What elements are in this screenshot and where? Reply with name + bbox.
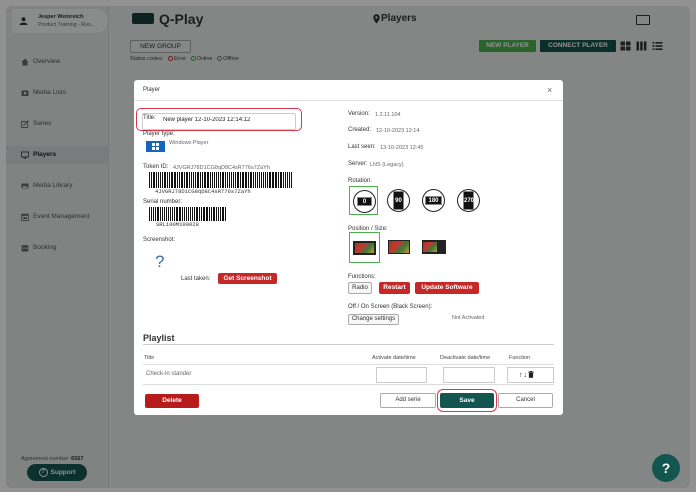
screenshot-label: Screenshot: (143, 237, 176, 243)
radio-button[interactable]: Radio (348, 282, 372, 294)
off-on-screen-label: Off / On Screen (Black Screen): (348, 304, 433, 310)
cancel-button[interactable]: Cancel (498, 393, 553, 408)
playlist-row-title: Check-in stander (146, 371, 192, 377)
get-screenshot-button[interactable]: Get Screenshot (218, 273, 277, 284)
delete-button[interactable]: Delete (145, 394, 199, 408)
close-icon[interactable]: × (547, 85, 552, 95)
rotation-label: Rotation: (348, 178, 373, 184)
serial-number-text: SRL100M100028 (156, 221, 199, 228)
row-actions[interactable]: ↑↓ (519, 371, 534, 379)
off-on-screen-status: Not Activated (452, 315, 485, 321)
token-value: 4JVGRJ78D1CG8qD8C4sR776s7ZaYh (173, 165, 270, 171)
serial-barcode (149, 207, 226, 221)
last-taken-label: Last taken: (181, 276, 211, 282)
token-label: Token ID: (143, 164, 169, 170)
player-dialog: Player × Title: Player type: Windows Pla… (134, 80, 563, 415)
screen-preview (353, 241, 376, 255)
add-serie-button[interactable]: Add serie (380, 393, 436, 408)
player-type-label: Player type: (143, 131, 175, 137)
rotation-option-270[interactable]: 270 (454, 186, 483, 215)
col-deactivate: Deactivate date/time (440, 355, 491, 361)
update-software-button[interactable]: Update Software (415, 282, 479, 294)
title-label: Title: (143, 115, 156, 121)
col-function: Function (509, 355, 531, 361)
help-button[interactable]: ? (652, 454, 680, 482)
server-label: Server: (348, 161, 368, 167)
dialog-header: Player × (134, 80, 563, 101)
server-value: LNS (Legacy) (370, 162, 404, 168)
token-barcode-text: 4JVGRJ78D1CG8qD8C4sR776s7ZaYh (155, 188, 251, 195)
rotation-option-90[interactable]: 90 (384, 186, 413, 215)
content-thumbnail (389, 241, 409, 253)
functions-label: Functions: (348, 274, 376, 280)
created-value: 12-10-2023 12:14 (376, 128, 420, 134)
windows-player-icon (146, 141, 165, 152)
dialog-title: Player (143, 87, 161, 93)
playlist-title: Playlist (143, 333, 175, 343)
activate-date-input[interactable] (376, 367, 427, 383)
playlist-divider (143, 344, 554, 345)
trash-icon[interactable] (528, 371, 534, 378)
rotation-option-180[interactable]: 180 (419, 186, 448, 215)
token-barcode (149, 172, 292, 188)
position-option-centered[interactable] (386, 232, 412, 263)
restart-button[interactable]: Restart (379, 282, 410, 294)
col-activate: Activate date/time (372, 355, 416, 361)
screenshot-placeholder: ? (155, 252, 165, 271)
last-seen-value: 13-10-2023 12:45 (380, 145, 424, 151)
content-thumbnail (423, 242, 437, 252)
save-button[interactable]: Save (440, 393, 494, 408)
deactivate-date-input[interactable] (443, 367, 495, 383)
col-title: Title (144, 355, 155, 361)
screen-preview (388, 240, 410, 254)
player-type-value: Windows Player (169, 140, 209, 146)
version-value: 1.2.11.104 (375, 112, 401, 118)
screen-preview (422, 240, 446, 254)
version-label: Version: (348, 111, 370, 117)
rotation-value: 0 (357, 197, 372, 206)
rotation-value: 90 (393, 191, 404, 210)
rotation-value: 180 (425, 196, 442, 205)
serial-label: Serial number: (143, 199, 183, 205)
rotation-value: 270 (463, 191, 474, 210)
change-settings-button[interactable]: Change settings (348, 314, 399, 325)
rotation-option-0[interactable]: 0 (349, 186, 378, 215)
last-seen-label: Last seen: (348, 144, 376, 150)
content-thumbnail (355, 243, 374, 253)
title-input[interactable] (163, 114, 293, 125)
position-option-left[interactable] (420, 232, 448, 263)
position-option-full[interactable] (349, 232, 380, 263)
created-label: Created: (348, 127, 372, 133)
